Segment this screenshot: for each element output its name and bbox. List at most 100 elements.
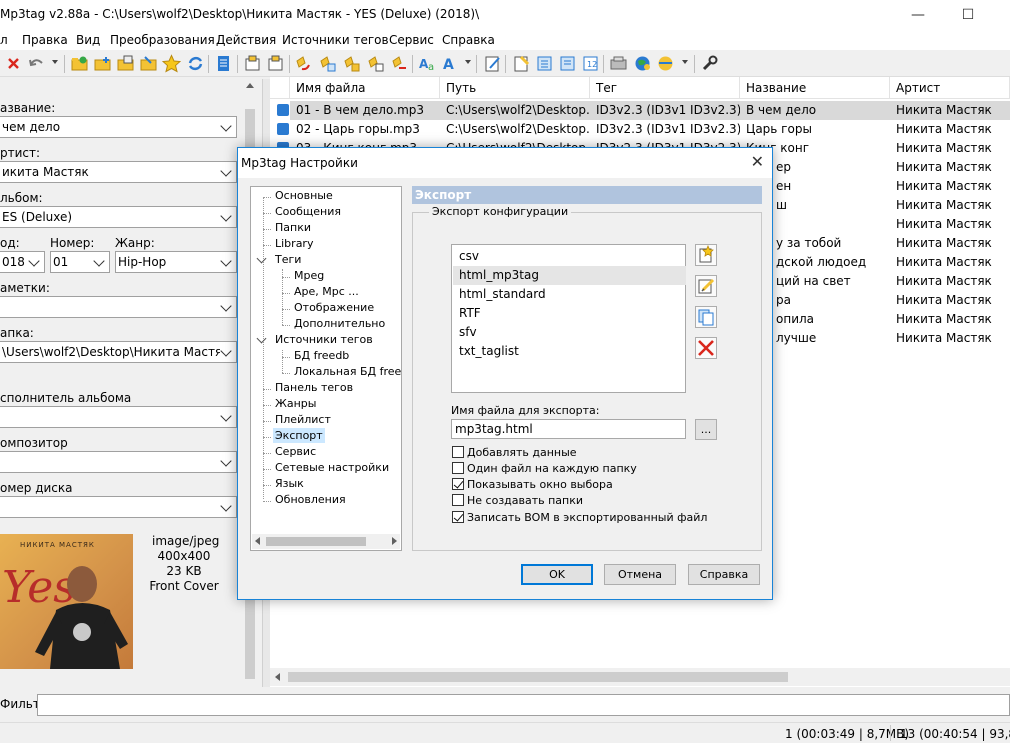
tree-item-general[interactable]: Основные [275,189,333,202]
column-tag[interactable]: Тег [590,77,740,99]
delete-config-button[interactable] [695,337,717,359]
column-filename[interactable]: Имя файла [290,77,440,99]
change-dir-icon[interactable] [70,54,89,73]
tree-hscrollbar[interactable] [252,534,400,549]
scroll-left-icon[interactable] [255,537,260,545]
export-filename-input[interactable]: mp3tag.html [451,419,686,439]
playlist-icon[interactable] [535,54,554,73]
file-list-hscrollbar[interactable] [270,668,1010,686]
tree-item-folders[interactable]: Папки [275,221,311,234]
tree-item-tag-sources[interactable]: Источники тегов [275,333,373,346]
list-item[interactable]: txt_taglist [453,342,686,361]
refresh-icon[interactable] [186,54,205,73]
save-icon[interactable] [116,54,135,73]
tree-item-tag-panel[interactable]: Панель тегов [275,381,353,394]
checkbox-append-data[interactable]: Добавлять данные [452,446,577,459]
copy-icon[interactable] [266,54,285,73]
menu-tools[interactable]: Сервис [389,33,434,47]
scroll-right-icon[interactable] [392,537,397,545]
checkbox-write-bom[interactable]: Записать BOM в экспортированный файл [452,511,707,524]
options-tree[interactable]: Основные Сообщения Папки Library Теги Mp… [250,186,402,551]
list-item[interactable]: RTF [453,304,686,323]
close-x-icon[interactable] [4,54,23,73]
browse-button[interactable]: ... [695,419,717,440]
undo-dropdown-icon[interactable] [52,60,58,64]
text-tag-icon[interactable] [366,54,385,73]
list-item[interactable]: html_standard [453,285,686,304]
checkbox-no-folders[interactable]: Не создавать папки [452,494,583,507]
album-artist-field[interactable] [0,406,237,428]
quick-actions-icon[interactable]: 12 [581,54,600,73]
filter-input[interactable] [37,694,1010,716]
tree-item-advanced[interactable]: Дополнительно [294,317,385,330]
cover-art-image[interactable]: НИКИТА МАСТЯК Yes [0,534,133,669]
tree-item-ape-mpc[interactable]: Ape, Mpc ... [294,285,359,298]
album-field[interactable]: ES (Deluxe) [0,206,237,228]
add-dir-icon[interactable] [93,54,112,73]
help-button[interactable]: Справка [688,564,760,585]
table-row[interactable]: 02 - Царь горы.mp3 C:\Users\wolf2\Deskto… [277,120,1010,139]
close-icon[interactable]: ✕ [751,152,764,171]
tree-item-updates[interactable]: Обновления [275,493,346,506]
tree-item-export[interactable]: Экспорт [273,428,325,443]
tree-item-mpeg[interactable]: Mpeg [294,269,324,282]
filename-tag-icon[interactable] [318,54,337,73]
export-config-list[interactable]: csv html_mp3tag html_standard RTF sfv tx… [451,244,686,393]
tree-item-messages[interactable]: Сообщения [275,205,341,218]
tree-expand-icon[interactable] [256,253,267,264]
directory-field[interactable]: \Users\wolf2\Desktop\Никита Мастяк - ۷ [0,341,237,363]
edit-config-button[interactable] [695,275,717,297]
list-item[interactable]: sfv [453,323,686,342]
minimize-button[interactable]: — [895,0,941,30]
column-icon[interactable] [270,77,290,99]
tree-item-language[interactable]: Язык [275,477,304,490]
checkbox-file-per-folder[interactable]: Один файл на каждую папку [452,462,637,475]
menu-convert[interactable]: Преобразования [110,33,215,47]
scroll-thumb[interactable] [266,537,366,546]
case-conversion-icon[interactable]: Aa [418,54,437,73]
year-field[interactable]: 018 [0,251,45,273]
new-config-button[interactable] [695,244,717,266]
list-item[interactable]: csv [453,247,686,266]
favorites-folder-icon[interactable] [139,54,158,73]
genre-field[interactable]: Hip-Hop [115,251,237,273]
cut-icon[interactable] [243,54,262,73]
tree-item-library[interactable]: Library [275,237,313,250]
undo-icon[interactable] [27,54,46,73]
title-field[interactable]: чем дело [0,116,237,138]
tag-tag-icon[interactable] [390,54,409,73]
scroll-left-icon[interactable] [275,673,280,681]
cancel-button[interactable]: Отмена [604,564,676,585]
column-path[interactable]: Путь [440,77,590,99]
tree-item-genres[interactable]: Жанры [275,397,316,410]
menu-view[interactable]: Вид [76,33,100,47]
tree-item-display[interactable]: Отображение [294,301,374,314]
track-field[interactable]: 01 [50,251,110,273]
export-icon[interactable] [512,54,531,73]
web-sources-icon[interactable] [633,54,652,73]
copy-config-button[interactable] [695,306,717,328]
tree-item-playlist[interactable]: Плейлист [275,413,331,426]
options-wrench-icon[interactable] [700,54,719,73]
tree-item-tools[interactable]: Сервис [275,445,316,458]
tree-item-local-freedb[interactable]: Локальная БД freedb [294,365,401,378]
tree-expand-icon[interactable] [256,333,267,344]
column-artist[interactable]: Артист [890,77,1010,99]
menu-edit[interactable]: Правка [22,33,68,47]
maximize-button[interactable]: ☐ [945,0,991,30]
menu-tag-sources[interactable]: Источники тегов [282,33,389,47]
tag-panel-icon[interactable] [214,54,233,73]
actions-icon[interactable] [558,54,577,73]
ok-button[interactable]: OK [521,564,593,585]
menu-help[interactable]: Справка [442,33,495,47]
table-row[interactable]: 01 - В чем дело.mp3 C:\Users\wolf2\Deskt… [277,101,1010,120]
comment-field[interactable] [0,296,237,318]
tag-filename-icon[interactable] [294,54,313,73]
autonumber-icon[interactable]: A [441,54,460,73]
column-title[interactable]: Название [740,77,890,99]
filename-filename-icon[interactable] [342,54,361,73]
tree-item-freedb[interactable]: БД freedb [294,349,349,362]
tag-sources-icon[interactable] [656,54,675,73]
edit-icon[interactable] [483,54,502,73]
scroll-up-icon[interactable] [246,83,254,88]
